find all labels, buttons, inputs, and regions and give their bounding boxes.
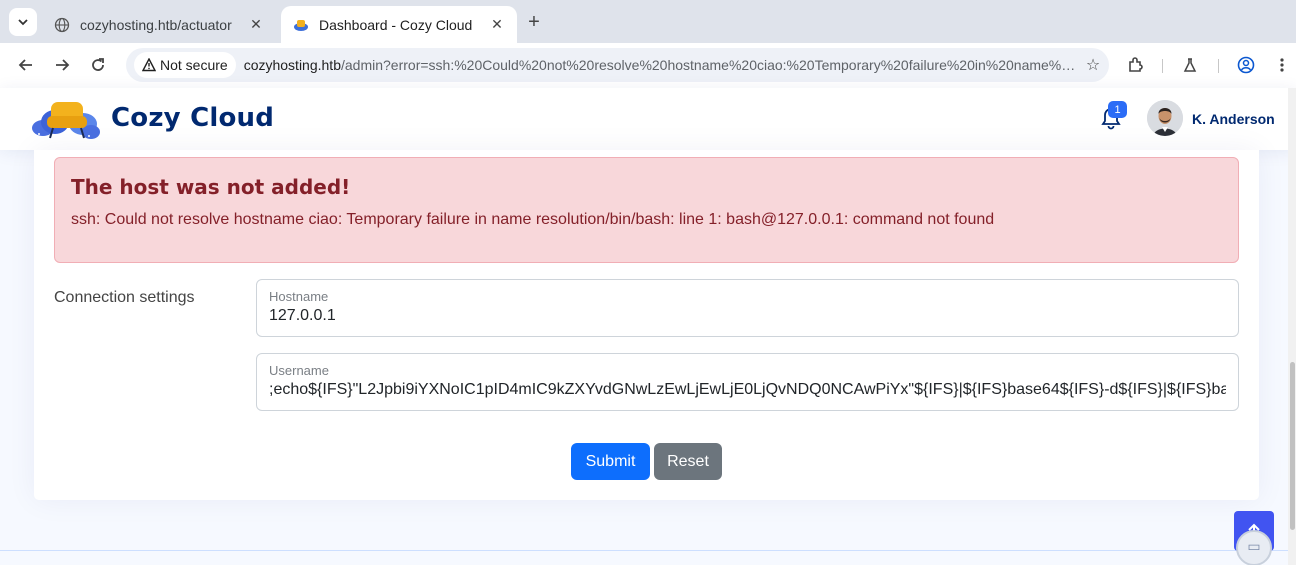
hostname-field[interactable]: Hostname [256,279,1239,337]
browser-tab-bar: cozyhosting.htb/actuator ✕ Dashboard - C… [0,0,1296,43]
submit-button[interactable]: Submit [571,443,650,480]
floating-widget-icon[interactable]: ▭ [1236,530,1272,565]
url-text[interactable]: cozyhosting.htb/admin?error=ssh:%20Could… [244,57,1077,73]
brand-name[interactable]: Cozy Cloud [111,103,274,133]
account-icon [1237,56,1255,74]
alert-title: The host was not added! [71,175,351,199]
cozy-cloud-favicon-icon [293,17,309,33]
tab-search-button[interactable] [9,8,37,36]
security-label: Not secure [160,57,228,73]
notification-badge: 1 [1108,101,1127,118]
more-vertical-icon [1280,58,1284,72]
tab-title: Dashboard - Cozy Cloud [319,16,473,33]
user-name[interactable]: K. Anderson [1192,111,1275,127]
site-header: Cozy Cloud 1 K. Anderson [0,88,1296,150]
alert-message: ssh: Could not resolve hostname ciao: Te… [71,211,995,228]
footer-divider [0,550,1288,551]
error-alert: The host was not added! ssh: Could not r… [54,157,1239,263]
chevron-down-icon [18,19,28,26]
arrow-right-icon [56,59,70,71]
username-label: Username [269,363,329,378]
globe-icon [54,17,70,33]
flask-icon [1183,58,1197,72]
reload-icon [92,58,104,71]
page-scrollbar-thumb[interactable] [1290,362,1295,530]
tab-title: cozyhosting.htb/actuator [80,16,232,33]
forward-button[interactable] [48,51,76,79]
labs-button[interactable] [1176,51,1204,79]
back-button[interactable] [12,51,40,79]
address-bar[interactable]: Not secure cozyhosting.htb/admin?error=s… [126,48,1109,82]
puzzle-icon [1129,57,1143,72]
browser-toolbar: Not secure cozyhosting.htb/admin?error=s… [0,43,1296,88]
browser-menu-button[interactable] [1268,51,1296,79]
profile-button[interactable] [1232,51,1260,79]
extensions-button[interactable] [1122,51,1150,79]
close-icon[interactable]: ✕ [248,16,264,33]
new-tab-button[interactable]: + [521,9,547,35]
toolbar-divider [1162,59,1163,73]
security-indicator[interactable]: Not secure [134,52,236,78]
toolbar-divider [1218,59,1219,73]
reset-button[interactable]: Reset [654,443,722,480]
username-input[interactable] [269,381,1226,399]
hostname-label: Hostname [269,289,329,304]
cozy-cloud-logo[interactable] [31,92,101,146]
url-path: /admin?error=ssh:%20Could%20not%20resolv… [341,57,1077,73]
username-field[interactable]: Username [256,353,1239,411]
connection-settings-label: Connection settings [54,289,195,306]
warning-icon [142,58,156,72]
hostname-input[interactable] [269,307,1226,325]
tab-actuator[interactable]: cozyhosting.htb/actuator ✕ [42,6,276,43]
bookmark-star-icon[interactable]: ☆ [1077,55,1109,75]
url-host: cozyhosting.htb [243,57,341,73]
close-icon[interactable]: ✕ [489,16,505,33]
arrow-left-icon [18,59,32,71]
avatar[interactable] [1147,100,1183,136]
reload-button[interactable] [84,51,112,79]
tab-dashboard[interactable]: Dashboard - Cozy Cloud ✕ [281,6,517,43]
add-host-card: The host was not added! ssh: Could not r… [34,150,1259,500]
